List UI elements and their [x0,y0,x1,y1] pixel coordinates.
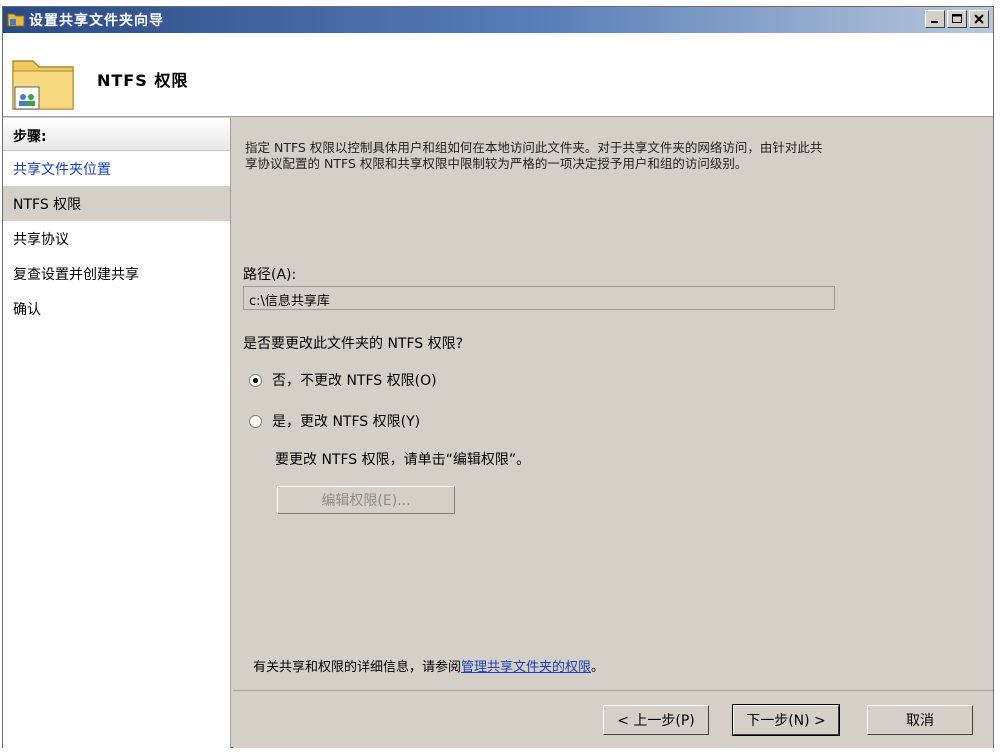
radio-change[interactable]: 是，更改 NTFS 权限(Y) [249,411,420,431]
step-review-settings: 复查设置并创建共享 [13,267,139,283]
page-title: NTFS 权限 [97,71,189,90]
close-icon [974,14,984,24]
radio-no-change-label: 否，不更改 NTFS 权限(O) [272,373,437,389]
cancel-button[interactable]: 取消 [867,705,973,735]
edit-permissions-button[interactable]: 编辑权限(E)... [277,486,455,514]
maximize-button[interactable] [947,10,967,28]
step-confirmation: 确认 [13,302,41,318]
step-folder-location[interactable]: 共享文件夹位置 [3,151,230,186]
wizard-window: 设置共享文件夹向导 NTFS 权限 步骤: 共享文件夹位置 NTFS 权限 共享… [2,6,994,748]
minimize-button[interactable] [925,10,945,28]
folder-share-icon [7,11,25,27]
radio-no-change-indicator[interactable] [249,373,262,387]
radio-no-change[interactable]: 否，不更改 NTFS 权限(O) [249,370,437,390]
window-title: 设置共享文件夹向导 [29,13,164,29]
radio-change-indicator[interactable] [249,414,262,428]
question-text: 是否要更改此文件夹的 NTFS 权限? [243,336,464,352]
info-prefix: 有关共享和权限的详细信息，请参阅 [253,660,462,675]
close-button[interactable] [969,10,989,28]
path-label: 路径(A): [243,267,297,283]
button-bar: < 上一步(P) 下一步(N) > 取消 [233,690,993,748]
steps-header: 步骤: [3,118,230,151]
next-button[interactable]: 下一步(N) > [732,704,840,736]
info-end: 。 [591,660,605,675]
hint-text: 要更改 NTFS 权限，请单击“编辑权限”。 [275,452,531,468]
manage-permissions-link[interactable]: 管理共享文件夹的权限 [461,660,591,675]
back-button[interactable]: < 上一步(P) [603,705,709,735]
radio-change-label: 是，更改 NTFS 权限(Y) [272,414,421,430]
title-bar[interactable]: 设置共享文件夹向导 [3,7,993,33]
path-field[interactable]: c:\信息共享库 [243,286,835,310]
window-controls [925,10,989,28]
shared-folder-icon [9,47,77,113]
maximize-icon [952,14,962,23]
step-share-protocols: 共享协议 [13,232,69,248]
step-ntfs-permissions: NTFS 权限 [3,186,230,221]
info-text: 有关共享和权限的详细信息，请参阅管理共享文件夹的权限。 [253,656,604,675]
description-text: 指定 NTFS 权限以控制具体用户和组如何在本地访问此文件夹。对于共享文件夹的网… [245,140,823,171]
steps-panel: 步骤: 共享文件夹位置 NTFS 权限 共享协议 复查设置并创建共享 确认 [3,118,231,748]
wizard-header: NTFS 权限 [3,33,993,117]
minimize-icon [931,21,938,23]
content-panel: 指定 NTFS 权限以控制具体用户和组如何在本地访问此文件夹。对于共享文件夹的网… [233,118,993,690]
